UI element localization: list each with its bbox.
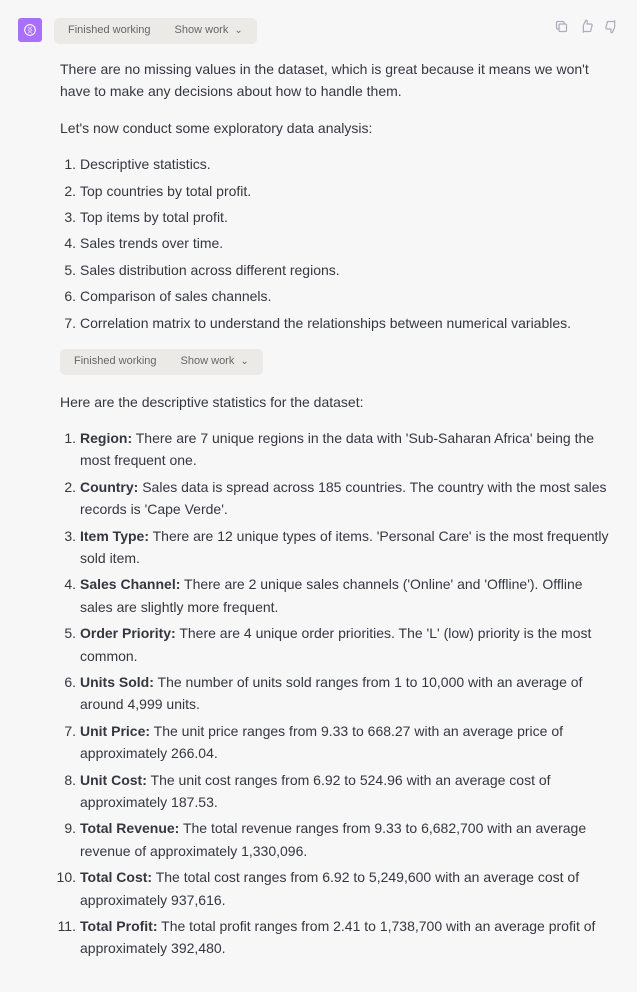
- show-work-label: Show work: [175, 22, 229, 40]
- show-work-toggle[interactable]: Show work ⌄: [181, 353, 249, 371]
- show-work-toggle[interactable]: Show work ⌄: [175, 22, 243, 40]
- list-item: Top items by total profit.: [60, 206, 619, 228]
- paragraph: Let's now conduct some exploratory data …: [60, 117, 619, 139]
- list-item: Unit Price: The unit price ranges from 9…: [60, 720, 619, 765]
- status-text: Finished working: [74, 353, 157, 371]
- chevron-down-icon: ⌄: [240, 354, 248, 370]
- stat-text: The total profit ranges from 2.41 to 1,7…: [80, 918, 595, 956]
- copy-icon[interactable]: [554, 18, 569, 42]
- list-item: Region: There are 7 unique regions in th…: [60, 427, 619, 472]
- list-item: Units Sold: The number of units sold ran…: [60, 671, 619, 716]
- list-item: Sales distribution across different regi…: [60, 259, 619, 281]
- message-header: Finished working Show work ⌄: [18, 18, 619, 44]
- stat-text: The number of units sold ranges from 1 t…: [80, 674, 582, 712]
- message-actions: [554, 18, 619, 42]
- list-item: Sales Channel: There are 2 unique sales …: [60, 573, 619, 618]
- stat-text: There are 7 unique regions in the data w…: [80, 430, 594, 468]
- list-item: Country: Sales data is spread across 185…: [60, 476, 619, 521]
- stat-term: Total Cost:: [80, 869, 152, 885]
- openai-icon: [22, 22, 38, 38]
- stat-term: Unit Cost:: [80, 772, 147, 788]
- list-item: Order Priority: There are 4 unique order…: [60, 622, 619, 667]
- stat-term: Units Sold:: [80, 674, 154, 690]
- stat-term: Country:: [80, 479, 138, 495]
- status-text: Finished working: [68, 22, 151, 40]
- list-item: Total Revenue: The total revenue ranges …: [60, 817, 619, 862]
- list-item: Descriptive statistics.: [60, 153, 619, 175]
- thumbs-up-icon[interactable]: [579, 18, 594, 42]
- eda-list: Descriptive statistics. Top countries by …: [60, 153, 619, 334]
- stat-text: The unit cost ranges from 6.92 to 524.96…: [80, 772, 551, 810]
- paragraph: Here are the descriptive statistics for …: [60, 391, 619, 413]
- show-work-label: Show work: [181, 353, 235, 371]
- stat-text: The total cost ranges from 6.92 to 5,249…: [80, 869, 579, 907]
- stat-text: The unit price ranges from 9.33 to 668.2…: [80, 723, 563, 761]
- list-item: Unit Cost: The unit cost ranges from 6.9…: [60, 769, 619, 814]
- stat-term: Sales Channel:: [80, 576, 180, 592]
- code-status-pill: Finished working Show work ⌄: [60, 349, 263, 375]
- chevron-down-icon: ⌄: [234, 23, 242, 39]
- desc-stats-list: Region: There are 7 unique regions in th…: [60, 427, 619, 960]
- stat-term: Unit Price:: [80, 723, 150, 739]
- stat-term: Total Profit:: [80, 918, 158, 934]
- stat-text: Sales data is spread across 185 countrie…: [80, 479, 607, 517]
- stat-text: There are 12 unique types of items. 'Per…: [80, 528, 609, 566]
- assistant-avatar: [18, 18, 42, 42]
- paragraph: There are no missing values in the datas…: [60, 58, 619, 103]
- thumbs-down-icon[interactable]: [604, 18, 619, 42]
- list-item: Item Type: There are 12 unique types of …: [60, 525, 619, 570]
- list-item: Comparison of sales channels.: [60, 285, 619, 307]
- list-item: Correlation matrix to understand the rel…: [60, 312, 619, 334]
- list-item: Total Profit: The total profit ranges fr…: [60, 915, 619, 960]
- stat-term: Total Revenue:: [80, 820, 179, 836]
- code-status-pill: Finished working Show work ⌄: [54, 18, 257, 44]
- list-item: Total Cost: The total cost ranges from 6…: [60, 866, 619, 911]
- stat-term: Region:: [80, 430, 132, 446]
- stat-term: Order Priority:: [80, 625, 176, 641]
- stat-term: Item Type:: [80, 528, 149, 544]
- list-item: Top countries by total profit.: [60, 180, 619, 202]
- list-item: Sales trends over time.: [60, 232, 619, 254]
- message-content: There are no missing values in the datas…: [60, 58, 619, 960]
